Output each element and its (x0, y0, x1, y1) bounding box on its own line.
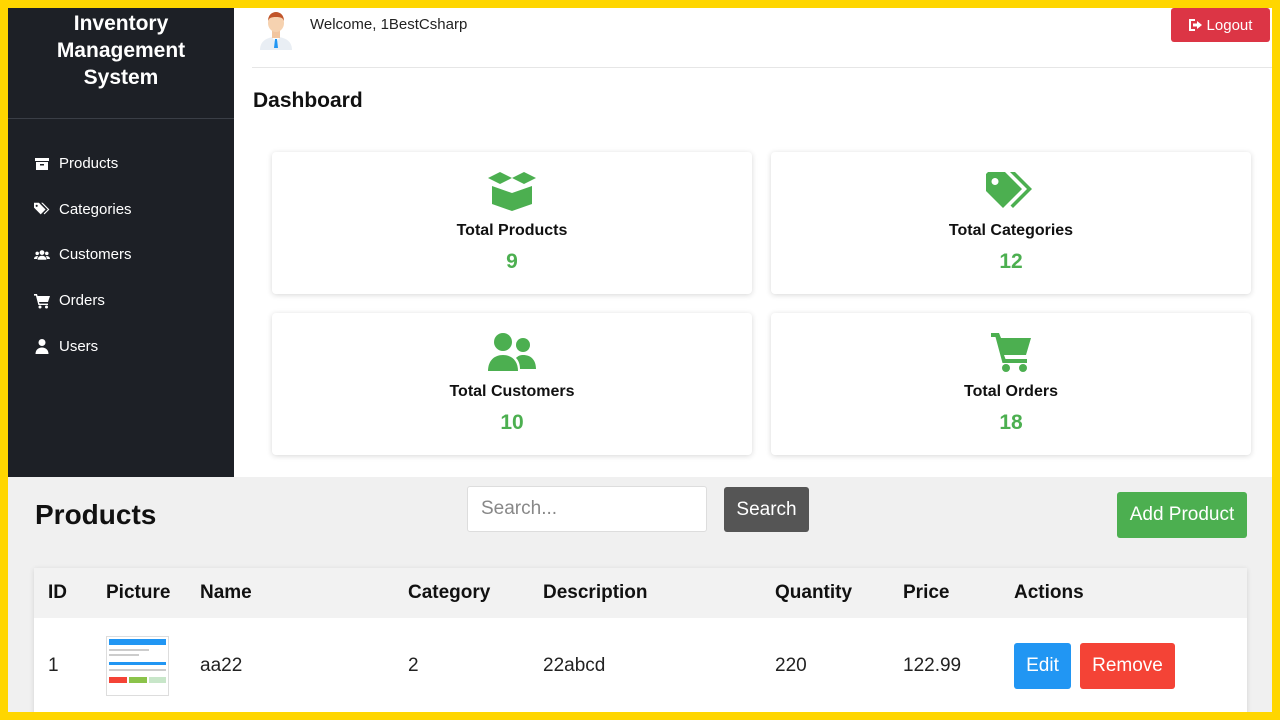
sidebar-item-customers[interactable]: Customers (8, 232, 234, 278)
page-title: Dashboard (253, 89, 363, 112)
welcome-text: Welcome, 1BestCsharp (310, 16, 468, 33)
column-header-id: ID (48, 582, 67, 603)
app-brand: Inventory Management System (8, 8, 234, 119)
stat-value: 9 (506, 250, 518, 273)
cart-icon (985, 331, 1037, 373)
stat-card-products: Total Products 9 (272, 152, 752, 294)
user-icon (34, 338, 50, 355)
tags-icon (34, 201, 50, 217)
column-header-category: Category (408, 582, 491, 603)
stat-card-customers: Total Customers 10 (272, 313, 752, 455)
sidebar-item-users[interactable]: Users (8, 323, 234, 369)
avatar (258, 8, 294, 50)
cell-description: 22abcd (543, 655, 606, 676)
sidebar-nav: Products Categories Customers Orders Use… (8, 119, 234, 369)
products-table: ID Picture Name Category Description Qua… (34, 568, 1247, 712)
box-icon (34, 156, 50, 172)
remove-button[interactable]: Remove (1080, 643, 1175, 689)
sidebar-item-products[interactable]: Products (8, 141, 234, 187)
stat-label: Total Categories (948, 222, 1074, 239)
cell-category: 2 (408, 655, 419, 676)
product-thumbnail[interactable] (106, 636, 169, 696)
users-icon (486, 331, 538, 373)
cell-picture (92, 618, 186, 712)
column-header-quantity: Quantity (775, 582, 853, 603)
sidebar-item-label: Customers (59, 246, 132, 264)
sidebar-item-categories[interactable]: Categories (8, 187, 234, 233)
sidebar: Inventory Management System Products Cat… (8, 8, 234, 477)
cell-actions: Edit Remove (1000, 618, 1247, 712)
table-header-row: ID Picture Name Category Description Qua… (34, 568, 1247, 618)
stat-label: Total Orders (964, 383, 1058, 400)
stat-value: 12 (999, 250, 1023, 273)
users-icon (34, 247, 50, 263)
sidebar-item-label: Products (59, 155, 119, 173)
column-header-price: Price (903, 582, 950, 603)
sidebar-item-label: Orders (59, 292, 105, 310)
tags-icon (985, 170, 1037, 212)
column-header-picture: Picture (106, 582, 171, 603)
sidebar-item-orders[interactable]: Orders (8, 278, 234, 324)
cell-name: aa22 (200, 655, 243, 676)
add-product-button[interactable]: Add Product (1117, 492, 1247, 538)
column-header-name: Name (200, 582, 252, 603)
stat-card-categories: Total Categories 12 (771, 152, 1251, 294)
stat-card-orders: Total Orders 18 (771, 313, 1251, 455)
sidebar-item-label: Users (59, 337, 99, 355)
main-content: Welcome, 1BestCsharp Logout Dashboard To… (234, 8, 1272, 477)
sign-out-icon (1188, 19, 1202, 31)
cell-quantity: 220 (775, 655, 807, 676)
stat-label: Total Products (456, 222, 568, 239)
sidebar-item-label: Categories (59, 200, 132, 218)
box-open-icon (486, 170, 538, 212)
edit-button[interactable]: Edit (1014, 643, 1071, 689)
app-window: Inventory Management System Products Cat… (8, 8, 1272, 712)
logout-button[interactable]: Logout (1171, 8, 1270, 42)
cell-id: 1 (48, 655, 59, 676)
stat-label: Total Customers (449, 383, 575, 400)
products-title: Products (35, 499, 157, 530)
column-header-actions: Actions (1014, 582, 1084, 603)
brand-line-1: Inventory (73, 12, 169, 35)
cell-price: 122.99 (903, 655, 962, 676)
stat-value: 10 (500, 411, 524, 434)
stat-value: 18 (999, 411, 1023, 434)
column-header-description: Description (543, 582, 648, 603)
search-button[interactable]: Search (724, 487, 809, 532)
logout-label: Logout (1206, 16, 1253, 34)
cart-icon (34, 293, 50, 309)
products-section: Products Search Add Product ID Picture N… (8, 477, 1272, 712)
brand-line-2: Management (56, 39, 186, 62)
top-bar: Welcome, 1BestCsharp Logout (252, 8, 1272, 68)
brand-line-3: System (83, 66, 159, 89)
table-row: 1 aa22 2 22abcd 220 122.99 Edit Remove (34, 618, 1247, 712)
search-input[interactable] (467, 486, 707, 532)
